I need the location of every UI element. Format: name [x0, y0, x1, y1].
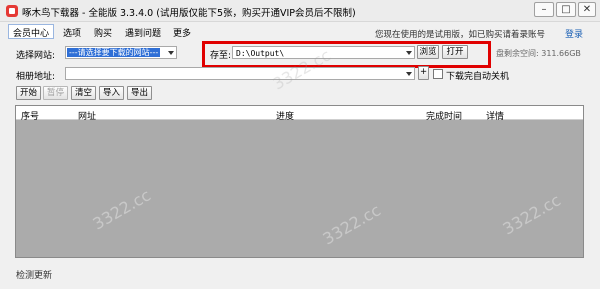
site-select[interactable]: ---请选择要下载的网站--- [65, 46, 177, 59]
highlight-box [202, 41, 491, 68]
shutdown-checkbox[interactable] [433, 69, 443, 79]
pause-button[interactable]: 暂停 [43, 86, 68, 100]
dropdown-arrow-icon [168, 51, 174, 55]
clear-button[interactable]: 清空 [71, 86, 96, 100]
menu-options[interactable]: 选项 [63, 26, 81, 39]
trial-notice: 您现在使用的是试用版，如已购买请着录账号 [375, 30, 546, 40]
menu-problems[interactable]: 遇到问题 [125, 26, 161, 39]
close-icon[interactable]: ✕ [578, 2, 596, 17]
column-index[interactable]: 序号 [21, 109, 39, 122]
window-title: 啄木鸟下载器 - 全能版 3.3.4.0 (试用版仅能下5张，购买开通VIP会员… [22, 8, 356, 19]
minimize-icon[interactable]: – [534, 2, 554, 17]
export-button[interactable]: 导出 [127, 86, 152, 100]
column-url[interactable]: 网址 [78, 109, 96, 122]
download-list[interactable] [15, 105, 584, 258]
disk-space: 盘剩余空间: 311.66GB [496, 49, 581, 58]
login-link[interactable]: 登录 [565, 27, 583, 40]
menu-purchase[interactable]: 购买 [94, 26, 112, 39]
import-button[interactable]: 导入 [99, 86, 124, 100]
column-details[interactable]: 详情 [486, 109, 504, 122]
column-finish-time[interactable]: 完成时间 [426, 109, 462, 122]
dropdown-arrow-icon [406, 72, 412, 76]
menu-more[interactable]: 更多 [173, 26, 191, 39]
album-url-input[interactable] [65, 67, 415, 80]
site-select-value: ---请选择要下载的网站--- [67, 48, 161, 57]
maximize-icon[interactable]: □ [556, 2, 576, 17]
start-button[interactable]: 开始 [16, 86, 41, 100]
album-label: 相册地址: [16, 72, 56, 82]
check-update-status[interactable]: 检测更新 [16, 268, 52, 281]
column-progress[interactable]: 进度 [276, 109, 294, 122]
add-button[interactable]: + [418, 66, 429, 80]
site-label: 选择网站: [16, 51, 56, 61]
app-logo-icon [6, 5, 18, 17]
shutdown-label: 下载完自动关机 [446, 72, 510, 82]
menu-member-center[interactable]: 会员中心 [13, 26, 49, 39]
